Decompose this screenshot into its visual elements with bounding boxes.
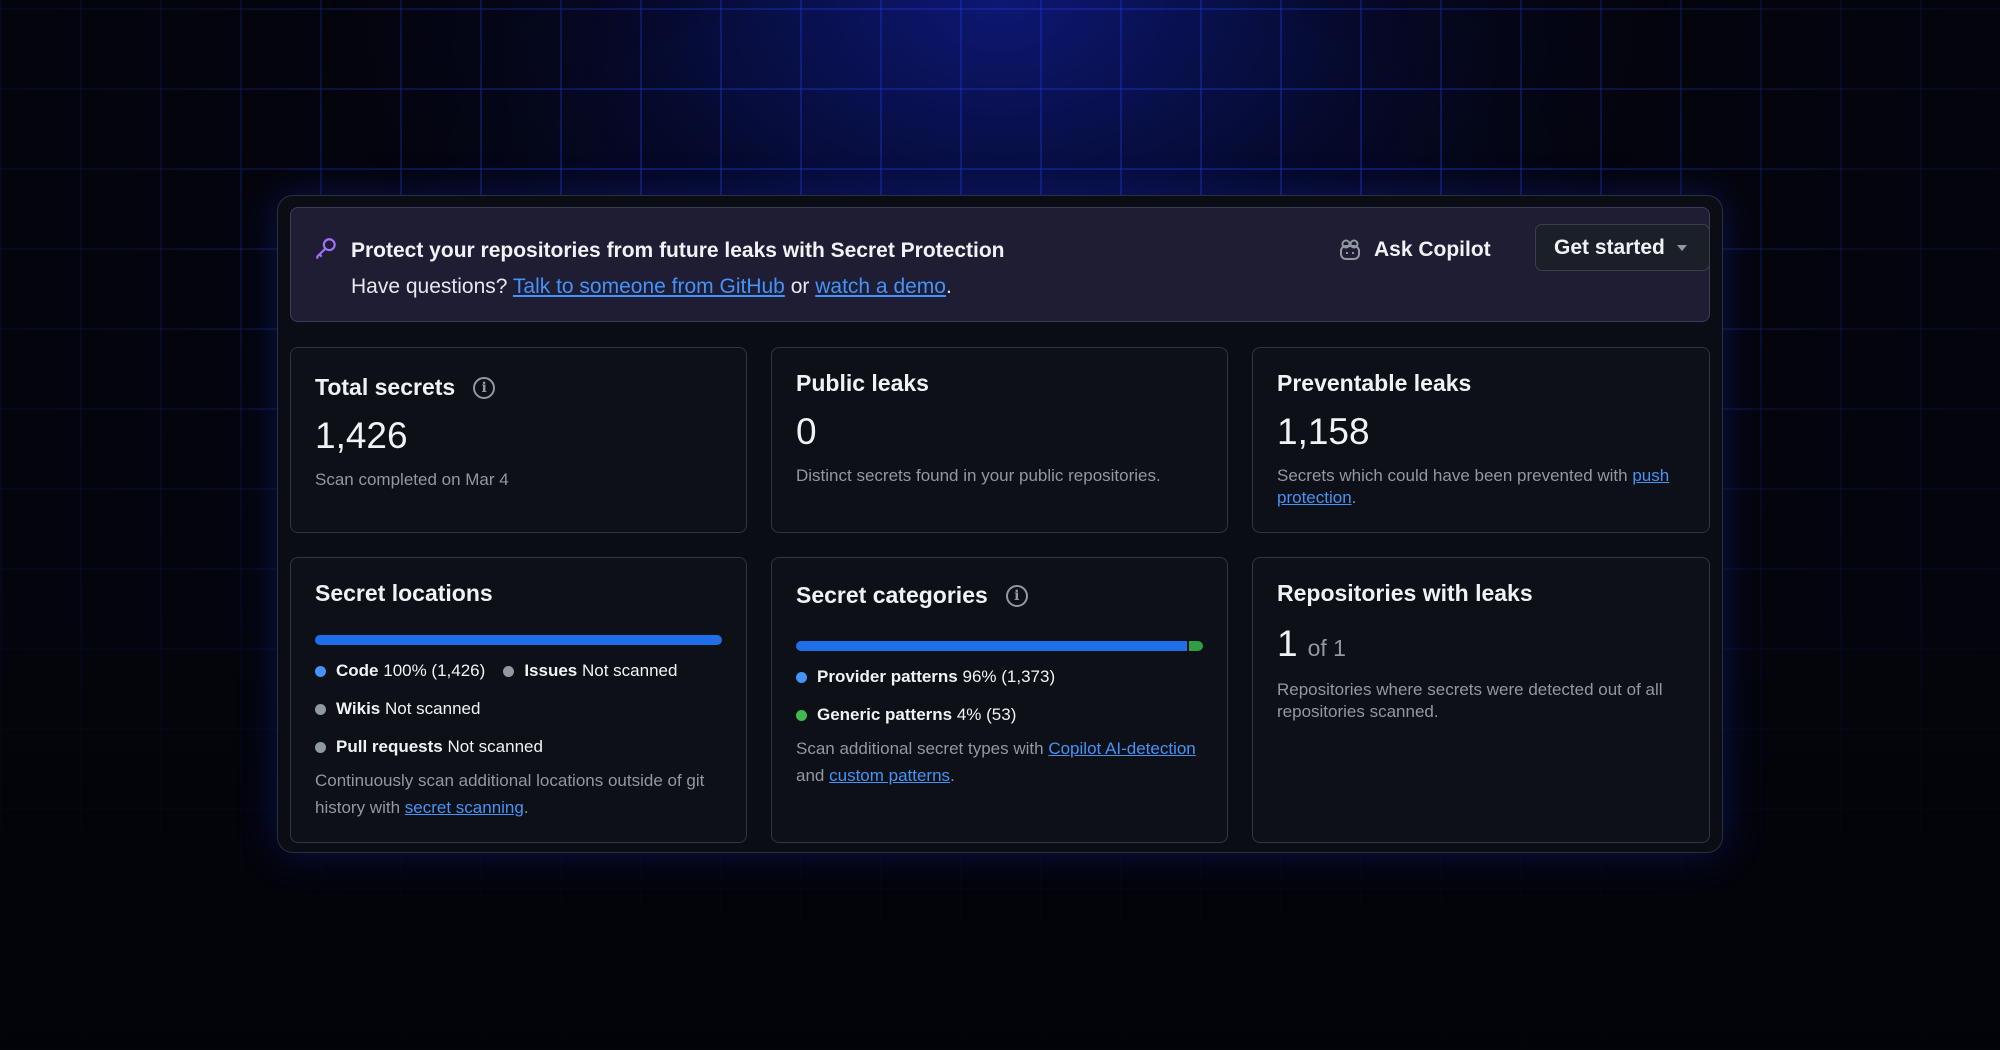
period: . xyxy=(950,766,955,785)
repos-count: 1 of 1 xyxy=(1277,623,1685,665)
copilot-ai-detection-link[interactable]: Copilot AI-detection xyxy=(1048,739,1195,758)
watch-demo-link[interactable]: watch a demo xyxy=(815,275,946,298)
locations-bar xyxy=(315,635,722,645)
generic-segment xyxy=(1189,641,1203,651)
categories-bar xyxy=(796,641,1203,651)
and-text: and xyxy=(796,766,824,785)
secret-protection-banner: Protect your repositories from future le… xyxy=(290,207,1710,322)
issues-dot xyxy=(503,666,514,677)
legend-row: Provider patterns 96% (1,373) xyxy=(796,667,1203,687)
repositories-with-leaks-card: Repositories with leaks 1 of 1 Repositori… xyxy=(1252,557,1710,843)
card-description: Distinct secrets found in your public re… xyxy=(796,465,1203,487)
card-title: Total secrets xyxy=(315,374,455,401)
pull-requests-dot xyxy=(315,742,326,753)
get-started-button[interactable]: Get started xyxy=(1535,224,1710,271)
card-description: Secrets which could have been prevented … xyxy=(1277,465,1685,509)
legend-wikis: Wikis Not scanned xyxy=(336,699,480,719)
banner-subtitle: Have questions? Talk to someone from Git… xyxy=(351,275,952,299)
code-dot xyxy=(315,666,326,677)
repos-total: of 1 xyxy=(1308,635,1346,662)
card-title: Secret locations xyxy=(315,580,493,607)
card-title: Repositories with leaks xyxy=(1277,580,1533,607)
banner-title: Protect your repositories from future le… xyxy=(351,239,1005,263)
info-icon[interactable]: i xyxy=(1006,585,1028,607)
get-started-label: Get started xyxy=(1554,236,1665,260)
repos-value: 1 xyxy=(1277,623,1298,665)
public-leaks-card: Public leaks 0 Distinct secrets found in… xyxy=(771,347,1228,533)
public-leaks-value: 0 xyxy=(796,411,1203,453)
legend-generic: Generic patterns 4% (53) xyxy=(817,705,1016,725)
talk-to-github-link[interactable]: Talk to someone from GitHub xyxy=(513,275,785,298)
secret-scanning-link[interactable]: secret scanning xyxy=(405,798,524,817)
ask-copilot-button[interactable]: Ask Copilot xyxy=(1338,238,1491,262)
provider-segment xyxy=(796,641,1187,651)
secret-categories-card: Secret categories i Provider patterns 96%… xyxy=(771,557,1228,843)
generic-dot xyxy=(796,710,807,721)
total-secrets-value: 1,426 xyxy=(315,415,722,457)
question-text: Have questions? xyxy=(351,275,507,298)
wikis-dot xyxy=(315,704,326,715)
preventable-leaks-value: 1,158 xyxy=(1277,411,1685,453)
info-icon[interactable]: i xyxy=(473,377,495,399)
provider-dot xyxy=(796,672,807,683)
card-title: Secret categories xyxy=(796,582,988,609)
ask-copilot-label: Ask Copilot xyxy=(1374,238,1491,262)
period: . xyxy=(946,275,952,298)
scan-date: Scan completed on Mar 4 xyxy=(315,469,722,491)
card-title: Public leaks xyxy=(796,370,929,397)
code-segment xyxy=(315,635,722,645)
legend-row: Code 100% (1,426) Issues Not scanned xyxy=(315,661,722,681)
legend-row: Pull requests Not scanned xyxy=(315,737,722,757)
legend-issues: Issues Not scanned xyxy=(524,661,677,681)
copilot-icon xyxy=(1338,239,1362,261)
legend-provider: Provider patterns 96% (1,373) xyxy=(817,667,1055,687)
legend-pull-requests: Pull requests Not scanned xyxy=(336,737,543,757)
secret-risk-panel: Protect your repositories from future le… xyxy=(277,195,1723,853)
key-icon xyxy=(313,236,339,262)
card-footer: Continuously scan additional locations o… xyxy=(315,767,722,821)
secret-locations-card: Secret locations Code 100% (1,426) Issue… xyxy=(290,557,747,843)
period: . xyxy=(524,798,529,817)
period: . xyxy=(1352,488,1357,507)
description-text: Secrets which could have been prevented … xyxy=(1277,466,1628,485)
card-title: Preventable leaks xyxy=(1277,370,1471,397)
chevron-down-icon[interactable] xyxy=(1677,245,1687,251)
preventable-leaks-card: Preventable leaks 1,158 Secrets which co… xyxy=(1252,347,1710,533)
card-footer: Scan additional secret types with Copilo… xyxy=(796,735,1203,789)
footer-text: Scan additional secret types with xyxy=(796,739,1044,758)
or-text: or xyxy=(791,275,810,298)
legend-row: Wikis Not scanned xyxy=(315,699,722,719)
legend-code: Code 100% (1,426) xyxy=(336,661,485,681)
card-description: Repositories where secrets were detected… xyxy=(1277,679,1685,723)
total-secrets-card: Total secrets i 1,426 Scan completed on M… xyxy=(290,347,747,533)
legend-row: Generic patterns 4% (53) xyxy=(796,705,1203,725)
custom-patterns-link[interactable]: custom patterns xyxy=(829,766,950,785)
